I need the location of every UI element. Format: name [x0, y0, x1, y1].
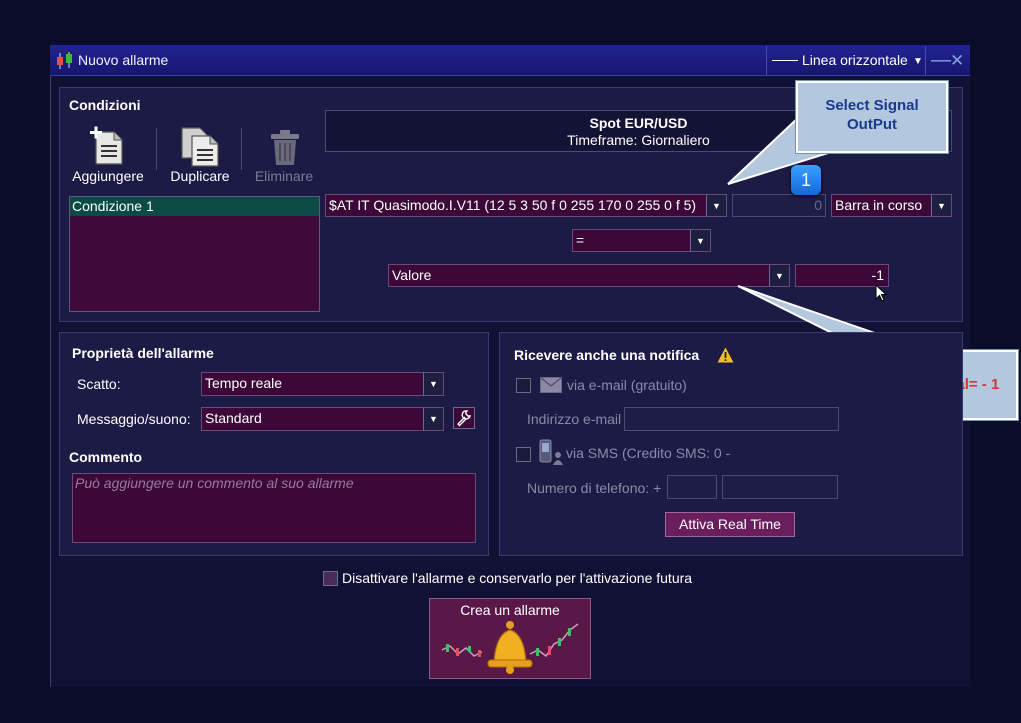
email-option-label: via e-mail (gratuito) — [567, 377, 687, 393]
chevron-down-icon: ▼ — [423, 373, 443, 395]
create-alarm-label: Crea un allarme — [460, 602, 560, 618]
envelope-icon — [540, 377, 562, 396]
phone-label: Numero di telefono: + — [527, 480, 662, 496]
notification-title: Ricevere anche una notifica — [514, 347, 700, 363]
trigger-label: Scatto: — [77, 376, 121, 392]
alarm-bell-chart-icon — [440, 620, 580, 679]
mobile-phone-icon — [538, 439, 564, 470]
sms-checkbox[interactable] — [516, 447, 531, 462]
wrench-icon[interactable] — [453, 407, 475, 429]
step-badge: 1 — [791, 165, 821, 195]
callout-select-signal-text: Select Signal OutPut — [825, 97, 919, 133]
phone-number-input[interactable] — [722, 475, 838, 499]
email-checkbox[interactable] — [516, 378, 531, 393]
sms-option-label: via SMS (Credito SMS: 0 - — [566, 445, 731, 461]
trigger-select[interactable]: Tempo reale ▼ — [201, 372, 444, 396]
deactivate-label: Disattivare l'allarme e conservarlo per … — [342, 570, 693, 586]
warning-icon — [717, 347, 734, 366]
activate-realtime-button[interactable]: Attiva Real Time — [665, 512, 795, 537]
email-address-label: Indirizzo e-mail — [527, 411, 622, 427]
chevron-down-icon: ▼ — [423, 408, 443, 430]
comment-placeholder: Può aggiungere un commento al suo allarm… — [75, 475, 354, 491]
comment-title: Commento — [69, 449, 143, 465]
message-value: Standard — [205, 410, 262, 426]
deactivate-checkbox[interactable] — [323, 571, 338, 586]
alarm-properties-title: Proprietà dell'allarme — [72, 345, 214, 361]
message-select[interactable]: Standard ▼ — [201, 407, 444, 431]
message-label: Messaggio/suono: — [77, 411, 191, 427]
phone-prefix-input[interactable] — [667, 475, 717, 499]
trigger-value: Tempo reale — [205, 375, 283, 391]
email-address-input[interactable] — [624, 407, 839, 431]
